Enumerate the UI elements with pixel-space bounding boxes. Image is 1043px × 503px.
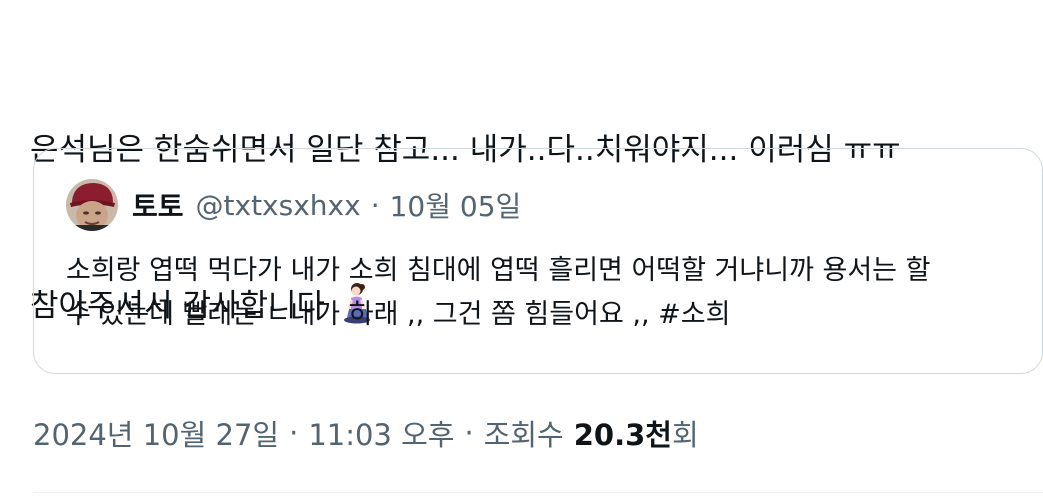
quoted-tweet-card[interactable]: 토토 @txtxsxhxx · 10월 05일 소희랑 엽떡 먹다가 내가 소희… (33, 148, 1043, 374)
views-suffix: 회 (671, 418, 699, 452)
quoted-text-line-2: 수 있는데 빨래는 ㄴ내가 하래 ,, 그건 쫌 힘들어요 ,, #소희 (66, 299, 731, 330)
quoted-tweet-date[interactable]: 10월 05일 (390, 185, 522, 225)
views-count: 20.3천 (573, 418, 672, 452)
quoted-author-handle[interactable]: @txtxsxhxx (196, 189, 361, 222)
views-label: 조회수 (483, 418, 564, 452)
header-separator: · (370, 188, 380, 222)
divider (33, 492, 1043, 493)
quoted-tweet-text: 소희랑 엽떡 먹다가 내가 소희 침대에 엽떡 흘리면 어떡할 거냐니까 용서는… (66, 249, 1026, 337)
meta-separator-1: · (289, 416, 299, 450)
tweet-metadata: 2024년 10월 27일 · 11:03 오후 · 조회수 20.3천 회 (33, 412, 699, 454)
meta-separator-2: · (464, 416, 474, 450)
quoted-author-name[interactable]: 토토 (132, 185, 184, 225)
quoted-text-line-1: 소희랑 엽떡 먹다가 내가 소희 침대에 엽떡 흘리면 어떡할 거냐니까 용서는… (66, 255, 931, 286)
avatar[interactable] (66, 179, 118, 231)
avatar-image (66, 179, 118, 231)
tweet-date[interactable]: 2024년 10월 27일 (33, 412, 279, 454)
tweet-time[interactable]: 11:03 오후 (308, 412, 454, 454)
quoted-tweet-header: 토토 @txtxsxhxx · 10월 05일 (66, 179, 521, 231)
